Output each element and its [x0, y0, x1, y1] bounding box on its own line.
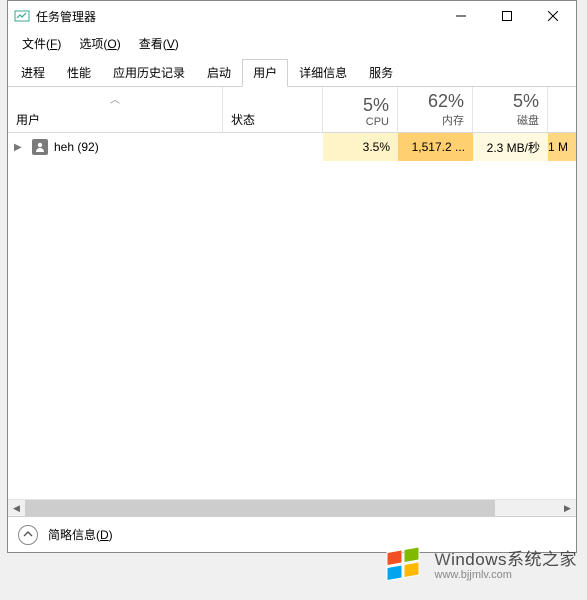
tab-processes[interactable]: 进程 — [10, 59, 56, 86]
tab-strip: 进程 性能 应用历史记录 启动 用户 详细信息 服务 — [8, 55, 576, 87]
user-name-label: heh (92) — [54, 140, 99, 154]
menu-view[interactable]: 查看(V) — [131, 32, 187, 55]
menu-options[interactable]: 选项(O) — [71, 32, 128, 55]
tab-details[interactable]: 详细信息 — [288, 59, 358, 86]
cell-memory: 1,517.2 ... — [398, 133, 473, 161]
task-manager-window: 任务管理器 文件(F) 选项(O) 查看(V) 进程 性能 应用历史记录 — [7, 0, 577, 553]
watermark-url: www.bjjmlv.com — [435, 569, 577, 581]
table-header-row: ︿ 用户 状态 5% CPU 62% 内存 5% 磁盘 — [8, 87, 576, 133]
scrollbar-track[interactable] — [25, 500, 559, 517]
menu-file[interactable]: 文件(F) — [14, 32, 69, 55]
column-label-disk: 磁盘 — [517, 112, 539, 128]
task-manager-icon — [14, 8, 30, 24]
table-empty-area — [8, 161, 576, 499]
watermark-text: Windows系统之家 www.bjjmlv.com — [435, 551, 577, 582]
scroll-right-arrow-icon[interactable]: ▶ — [559, 500, 576, 517]
column-header-status[interactable]: 状态 — [223, 87, 323, 132]
disk-usage-percent: 5% — [513, 92, 539, 112]
column-label-cpu: CPU — [366, 116, 389, 128]
scrollbar-thumb[interactable] — [25, 500, 495, 517]
column-header-memory[interactable]: 62% 内存 — [398, 87, 473, 132]
close-button[interactable] — [530, 1, 576, 31]
cell-status — [223, 133, 323, 161]
maximize-button[interactable] — [484, 1, 530, 31]
cell-user-name: ▶ heh (92) — [8, 133, 223, 161]
column-label-user: 用户 — [16, 111, 40, 128]
column-header-cpu[interactable]: 5% CPU — [323, 87, 398, 132]
user-avatar-icon — [32, 139, 48, 155]
users-table: ︿ 用户 状态 5% CPU 62% 内存 5% 磁盘 ▶ — [8, 87, 576, 516]
tab-users[interactable]: 用户 — [242, 59, 288, 87]
tab-services[interactable]: 服务 — [358, 59, 404, 86]
window-title: 任务管理器 — [36, 8, 438, 25]
tab-app-history[interactable]: 应用历史记录 — [102, 59, 196, 86]
watermark-primary: Windows系统之家 — [435, 551, 577, 570]
collapse-chevron-icon[interactable]: ︿ — [70, 89, 160, 108]
table-row[interactable]: ▶ heh (92) 3.5% 1,517.2 ... 2.3 MB/秒 0.1… — [8, 133, 576, 161]
horizontal-scrollbar[interactable]: ◀ ▶ — [8, 499, 576, 516]
fewer-details-toggle-icon[interactable] — [18, 525, 38, 545]
window-controls — [438, 1, 576, 31]
cell-cpu: 3.5% — [323, 133, 398, 161]
expand-arrow-icon[interactable]: ▶ — [14, 142, 26, 153]
menubar: 文件(F) 选项(O) 查看(V) — [8, 31, 576, 55]
tab-performance[interactable]: 性能 — [56, 59, 102, 86]
cell-network: 0.1 M — [548, 133, 576, 161]
memory-usage-percent: 62% — [428, 92, 464, 112]
cpu-usage-percent: 5% — [363, 96, 389, 116]
windows-logo-icon — [379, 542, 427, 590]
column-header-user[interactable]: ︿ 用户 — [8, 87, 223, 132]
column-label-status: 状态 — [231, 111, 255, 128]
column-header-disk[interactable]: 5% 磁盘 — [473, 87, 548, 132]
fewer-details-link[interactable]: 简略信息(D) — [48, 526, 113, 543]
titlebar[interactable]: 任务管理器 — [8, 1, 576, 31]
cell-disk: 2.3 MB/秒 — [473, 133, 548, 161]
column-label-memory: 内存 — [442, 112, 464, 128]
scroll-left-arrow-icon[interactable]: ◀ — [8, 500, 25, 517]
tab-startup[interactable]: 启动 — [196, 59, 242, 86]
watermark: Windows系统之家 www.bjjmlv.com — [379, 542, 577, 590]
minimize-button[interactable] — [438, 1, 484, 31]
